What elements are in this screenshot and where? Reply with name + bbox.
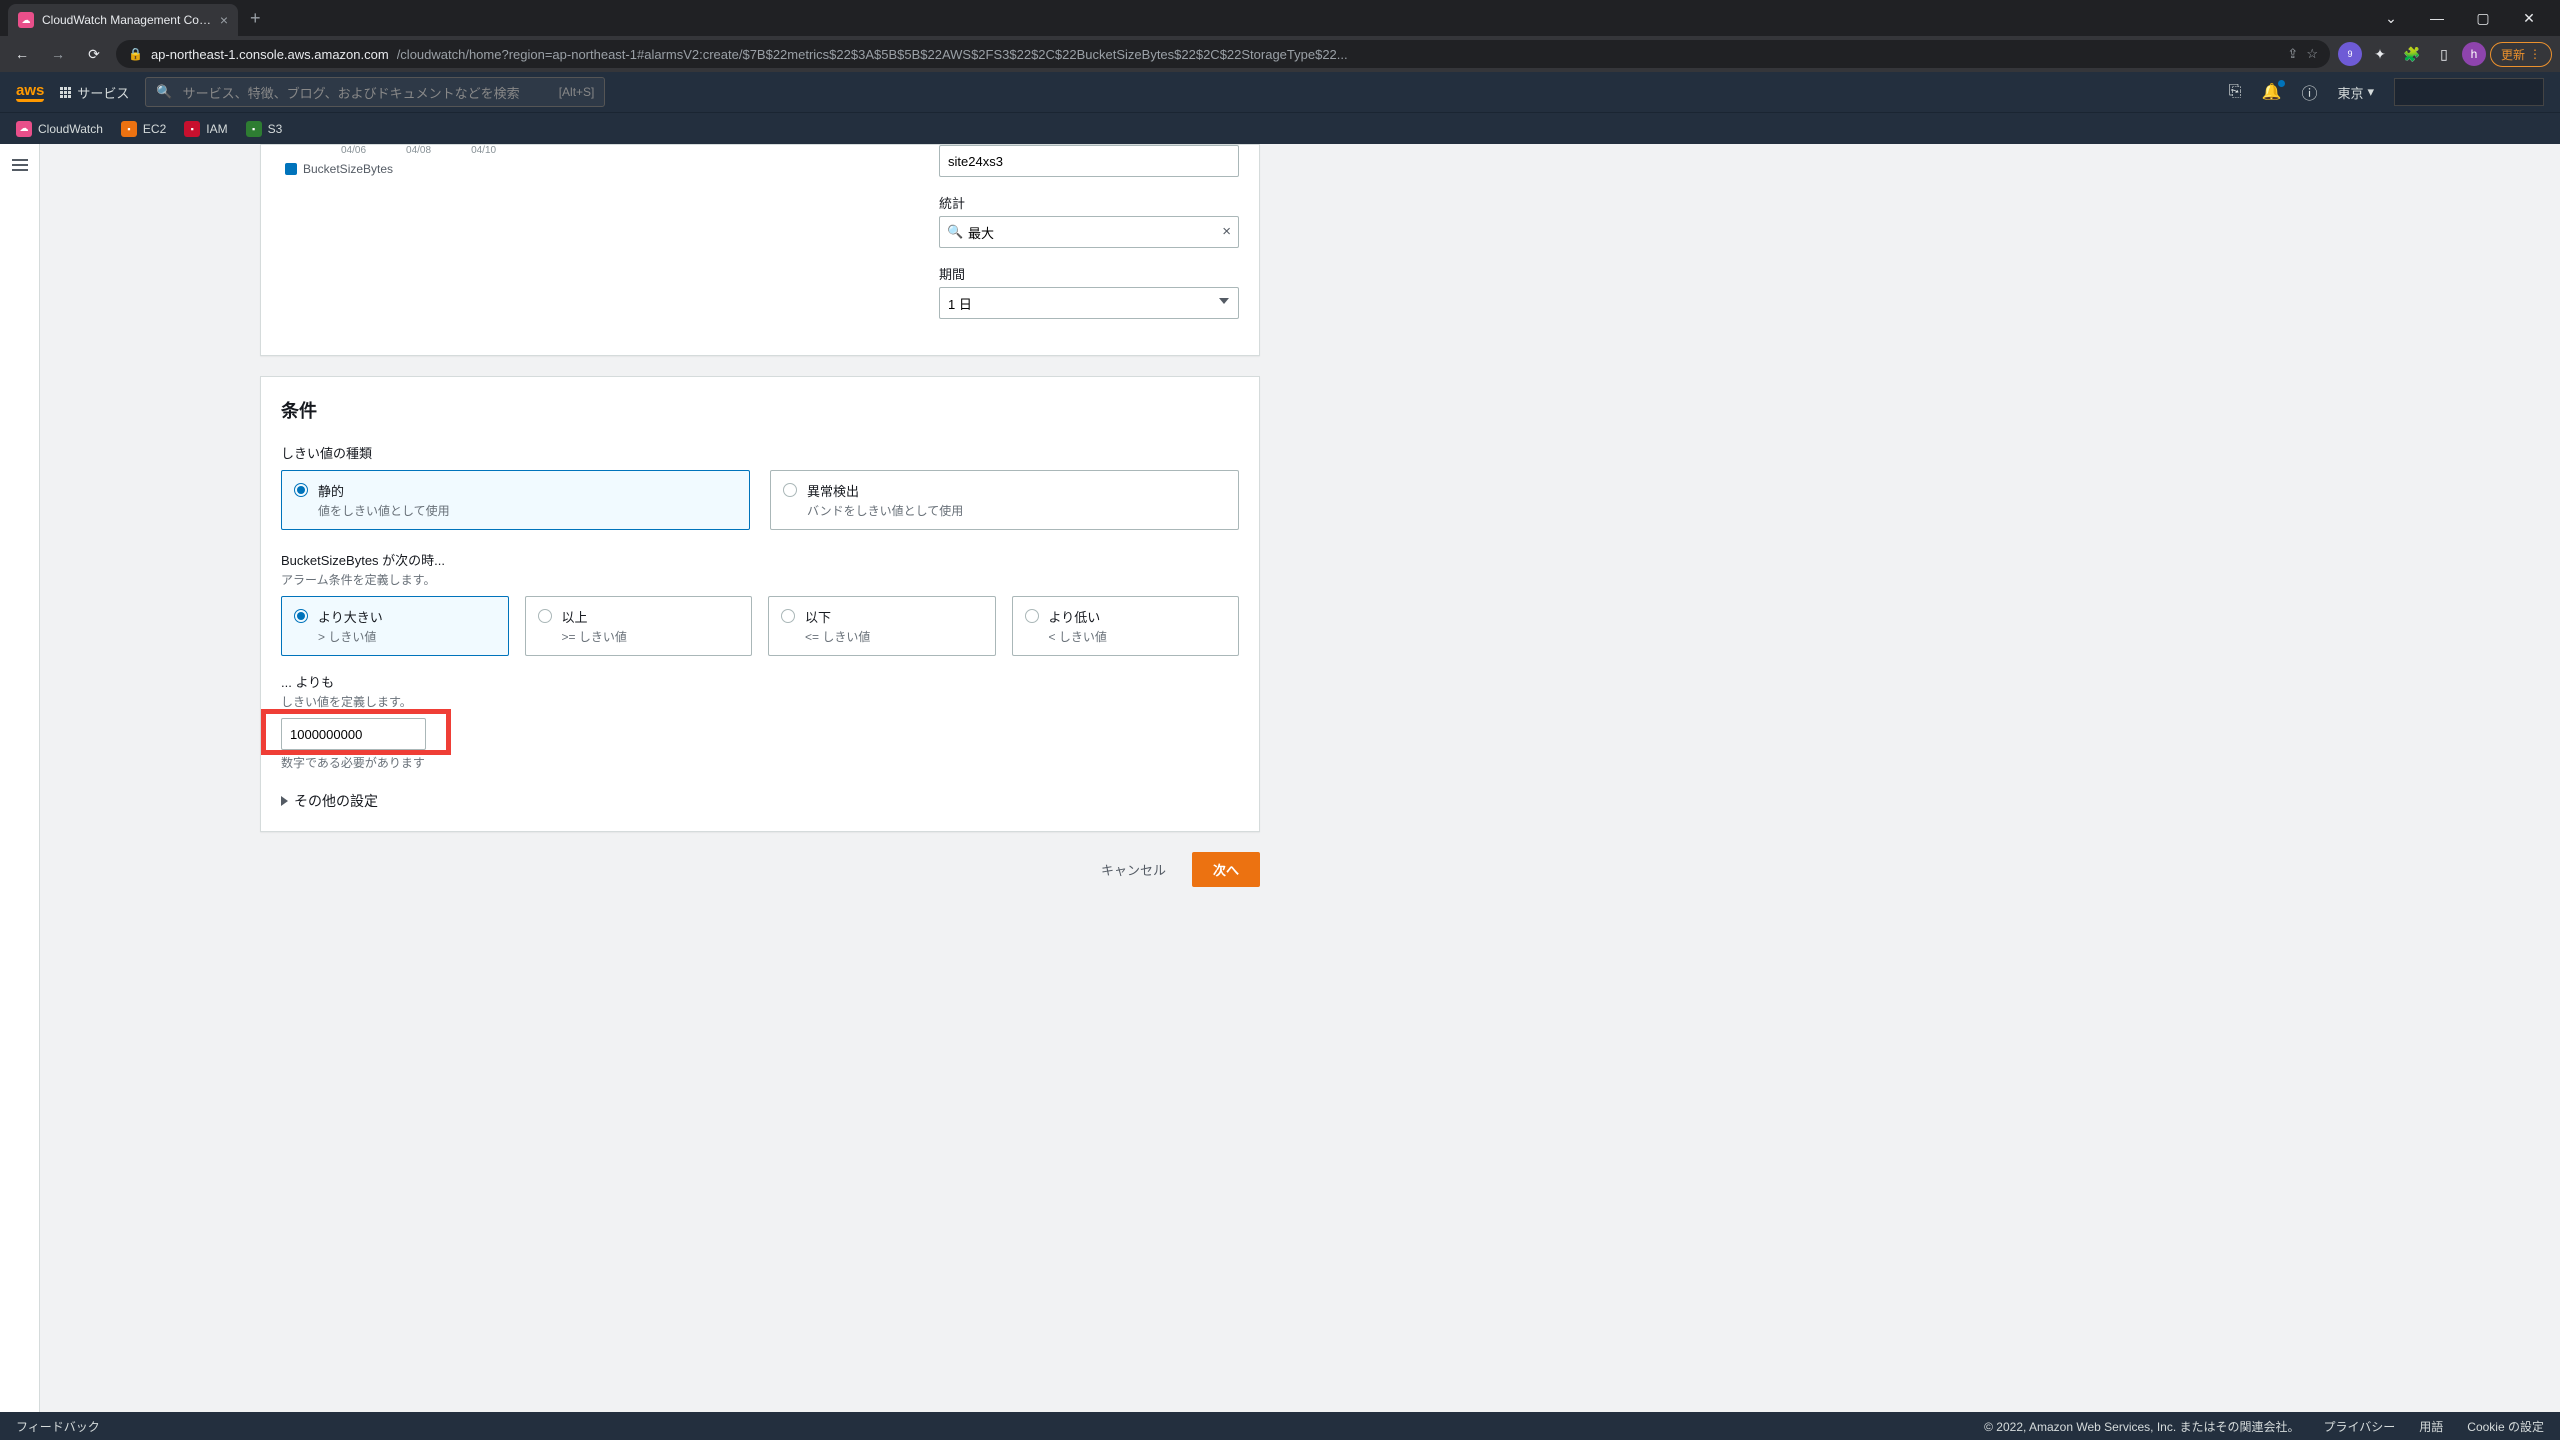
help-icon[interactable]: ⓘ	[2301, 80, 2317, 104]
browser-chrome: ☁ CloudWatch Management Conso × + ⌄ — ▢ …	[0, 0, 2560, 72]
sidebar-rail	[0, 144, 40, 1412]
grid-icon	[60, 87, 71, 98]
clear-icon[interactable]: ×	[1222, 223, 1231, 240]
search-hint: [Alt+S]	[559, 85, 595, 99]
terms-link[interactable]: 用語	[2419, 1418, 2443, 1435]
search-icon: 🔍	[156, 84, 172, 100]
search-icon: 🔍	[947, 224, 963, 240]
threshold-value-input[interactable]	[281, 718, 426, 750]
chart-x-axis: 04/06 04/08 04/10	[281, 145, 899, 156]
conditions-card: 条件 しきい値の種類 静的 値をしきい値として使用 異常検出	[260, 376, 1260, 832]
star-icon[interactable]: ☆	[2306, 46, 2318, 62]
feedback-link[interactable]: フィードバック	[16, 1418, 100, 1435]
than-desc: しきい値を定義します。	[281, 693, 1239, 710]
notifications-icon[interactable]: 🔔	[2262, 82, 2282, 102]
aws-logo[interactable]: aws	[16, 83, 44, 102]
tab-bar: ☁ CloudWatch Management Conso × + ⌄ — ▢ …	[0, 0, 2560, 36]
search-placeholder: サービス、特徴、ブログ、およびドキュメントなどを検索	[183, 83, 520, 102]
copyright-text: © 2022, Amazon Web Services, Inc. またはその関…	[1984, 1418, 2299, 1435]
radio-icon	[781, 609, 795, 623]
share-icon[interactable]: ⇪	[2287, 46, 2298, 62]
than-label: ... よりも	[281, 672, 1239, 691]
maximize-button[interactable]: ▢	[2460, 2, 2506, 34]
extensions-puzzle-icon[interactable]: 🧩	[2398, 40, 2426, 68]
period-label: 期間	[939, 264, 1239, 283]
operator-greater-equal[interactable]: 以上 >= しきい値	[525, 596, 753, 656]
radio-icon	[783, 483, 797, 497]
account-menu[interactable]	[2394, 78, 2544, 106]
operator-greater[interactable]: より大きい > しきい値	[281, 596, 509, 656]
cloudwatch-icon: ☁	[16, 121, 32, 137]
address-bar: ← → ⟳ 🔒 ap-northeast-1.console.aws.amazo…	[0, 36, 2560, 72]
tab-title: CloudWatch Management Conso	[42, 13, 212, 27]
minimize-button[interactable]: —	[2414, 2, 2460, 34]
url-path: /cloudwatch/home?region=ap-northeast-1#a…	[397, 47, 1348, 62]
reload-button[interactable]: ⟳	[80, 40, 108, 68]
aws-search-input[interactable]: 🔍 サービス、特徴、ブログ、およびドキュメントなどを検索 [Alt+S]	[145, 77, 605, 107]
radio-icon	[538, 609, 552, 623]
metric-card: 04/06 04/08 04/10 BucketSizeBytes 統計	[260, 144, 1260, 356]
footer: フィードバック © 2022, Amazon Web Services, Inc…	[0, 1412, 2560, 1440]
wizard-actions: キャンセル 次へ	[260, 852, 1260, 887]
threshold-type-anomaly[interactable]: 異常検出 バンドをしきい値として使用	[770, 470, 1239, 530]
url-field[interactable]: 🔒 ap-northeast-1.console.aws.amazon.com …	[116, 40, 2330, 68]
service-shortcuts-bar: ☁CloudWatch ▪EC2 ▪IAM ▪S3	[0, 112, 2560, 144]
chevron-down-icon[interactable]: ⌄	[2368, 2, 2414, 34]
ec2-icon: ▪	[121, 121, 137, 137]
threshold-type-label: しきい値の種類	[281, 443, 1239, 462]
additional-settings-toggle[interactable]: その他の設定	[281, 791, 1239, 811]
statistic-label: 統計	[939, 193, 1239, 212]
shortcut-s3[interactable]: ▪S3	[246, 121, 283, 137]
region-selector[interactable]: 東京▾	[2337, 83, 2374, 102]
caret-down-icon	[1219, 298, 1229, 304]
extension-icon[interactable]: ✦	[2366, 40, 2394, 68]
s3-icon: ▪	[246, 121, 262, 137]
content-area: 04/06 04/08 04/10 BucketSizeBytes 統計	[40, 144, 2560, 1412]
threshold-hint: 数字である必要があります	[281, 754, 1239, 771]
next-button[interactable]: 次へ	[1192, 852, 1260, 887]
radio-icon	[294, 609, 308, 623]
legend-swatch-icon	[285, 163, 297, 175]
close-window-button[interactable]: ✕	[2506, 2, 2552, 34]
cancel-button[interactable]: キャンセル	[1085, 852, 1182, 887]
whenever-label: BucketSizeBytes が次の時...	[281, 550, 1239, 569]
reading-list-icon[interactable]: ▯	[2430, 40, 2458, 68]
operator-less-equal[interactable]: 以下 <= しきい値	[768, 596, 996, 656]
cloudshell-icon[interactable]: ⎘	[2229, 83, 2242, 101]
caret-right-icon	[281, 796, 288, 806]
browser-tab[interactable]: ☁ CloudWatch Management Conso ×	[8, 4, 238, 36]
period-select[interactable]	[939, 287, 1239, 319]
conditions-heading: 条件	[281, 397, 1239, 423]
tab-favicon-icon: ☁	[18, 12, 34, 28]
url-domain: ap-northeast-1.console.aws.amazon.com	[151, 47, 389, 62]
chart-legend[interactable]: BucketSizeBytes	[281, 162, 899, 176]
cookie-link[interactable]: Cookie の設定	[2467, 1418, 2544, 1435]
update-button[interactable]: 更新⋮	[2490, 42, 2552, 67]
tab-close-icon[interactable]: ×	[220, 12, 228, 28]
radio-icon	[294, 483, 308, 497]
services-menu[interactable]: サービス	[60, 83, 129, 102]
window-controls: — ▢ ✕	[2414, 2, 2552, 34]
hamburger-icon[interactable]	[12, 156, 28, 1412]
new-tab-button[interactable]: +	[238, 8, 273, 29]
aws-header: aws サービス 🔍 サービス、特徴、ブログ、およびドキュメントなどを検索 [A…	[0, 72, 2560, 112]
radio-icon	[1025, 609, 1039, 623]
lock-icon: 🔒	[128, 47, 143, 61]
threshold-type-static[interactable]: 静的 値をしきい値として使用	[281, 470, 750, 530]
shortcut-iam[interactable]: ▪IAM	[184, 121, 227, 137]
shortcut-ec2[interactable]: ▪EC2	[121, 121, 166, 137]
forward-button[interactable]: →	[44, 40, 72, 68]
metric-name-input[interactable]	[939, 145, 1239, 177]
back-button[interactable]: ←	[8, 40, 36, 68]
shortcut-cloudwatch[interactable]: ☁CloudWatch	[16, 121, 103, 137]
whenever-desc: アラーム条件を定義します。	[281, 571, 1239, 588]
iam-icon: ▪	[184, 121, 200, 137]
extension-badge-icon[interactable]: 9	[2338, 42, 2362, 66]
privacy-link[interactable]: プライバシー	[2324, 1418, 2396, 1435]
profile-avatar[interactable]: h	[2462, 42, 2486, 66]
statistic-input[interactable]	[939, 216, 1239, 248]
operator-less[interactable]: より低い < しきい値	[1012, 596, 1240, 656]
